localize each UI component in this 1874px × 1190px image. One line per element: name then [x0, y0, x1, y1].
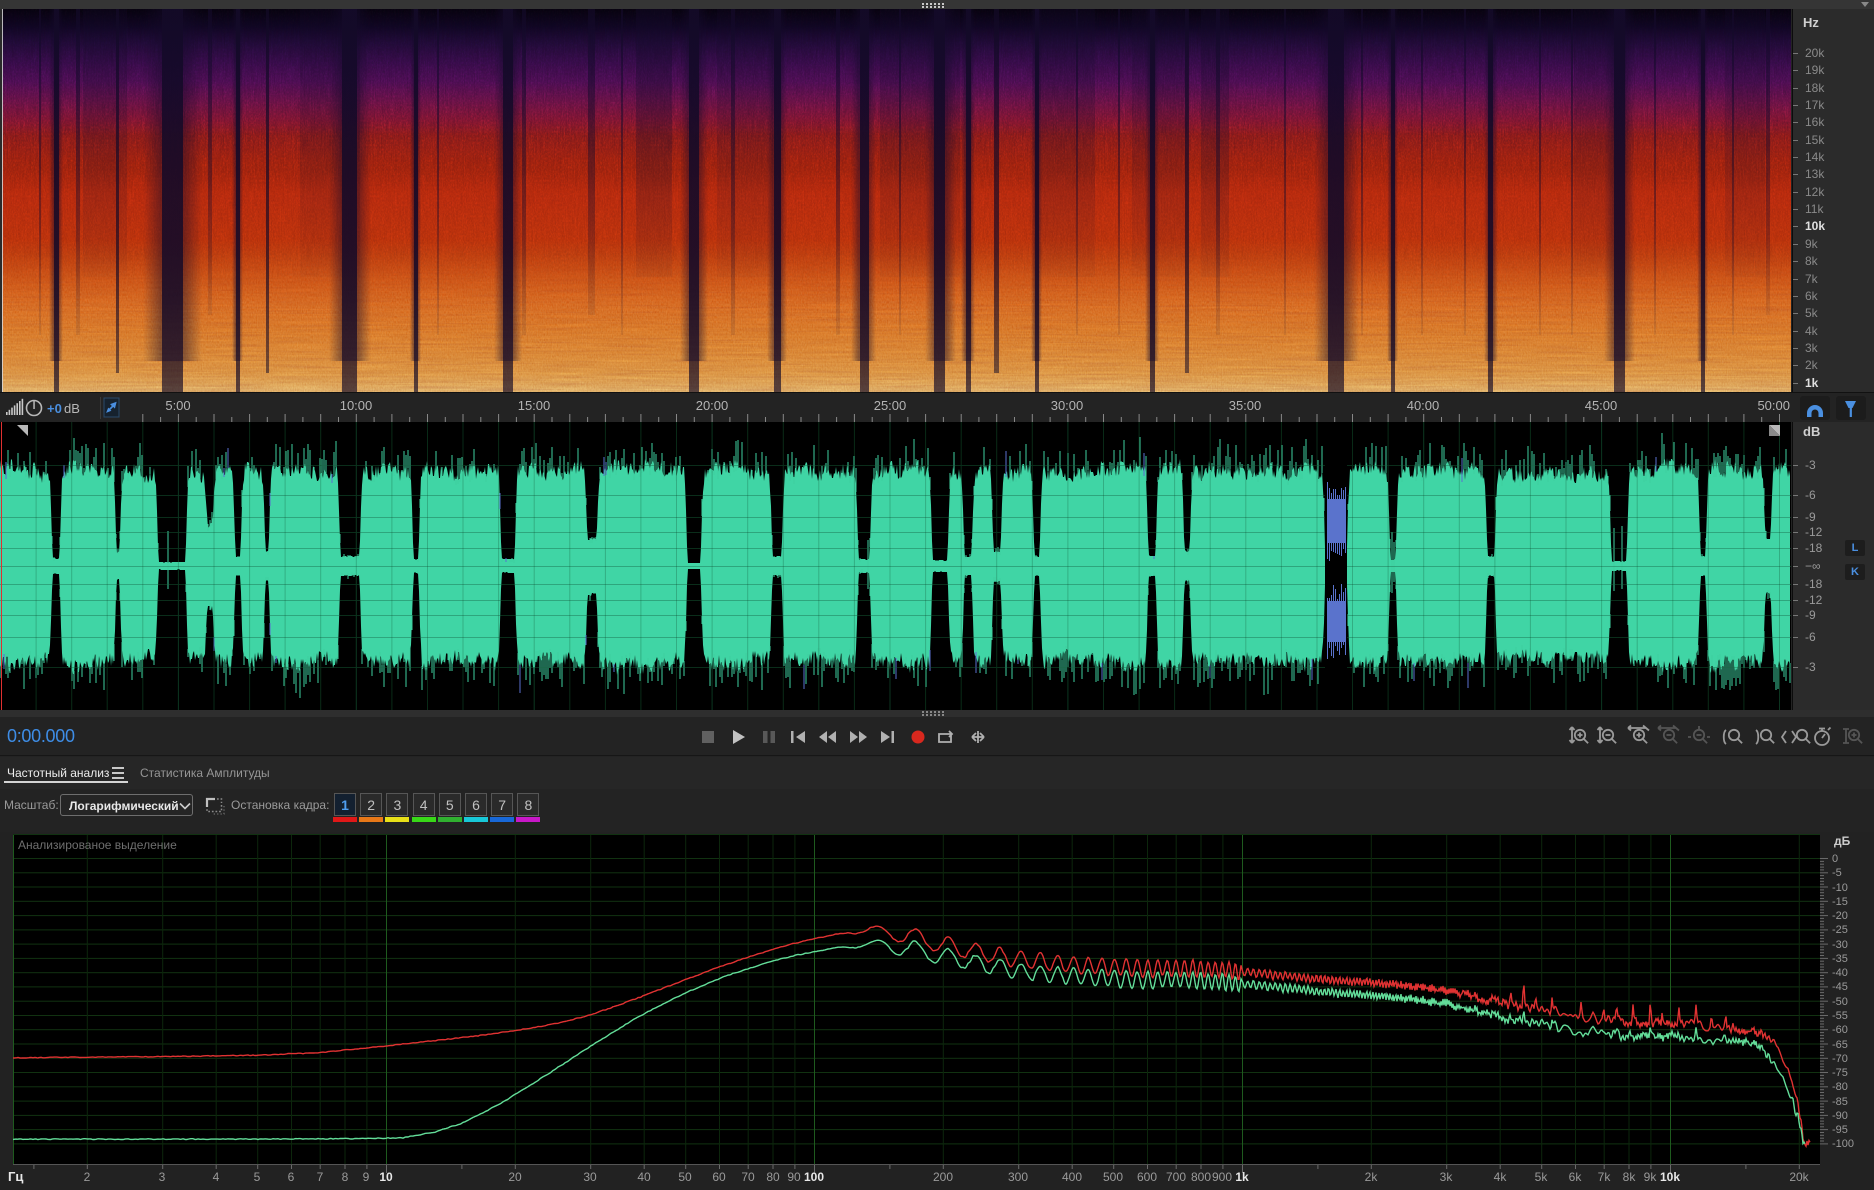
svg-text:90: 90: [787, 1170, 801, 1184]
svg-text:70: 70: [741, 1170, 755, 1184]
svg-text:100: 100: [804, 1170, 824, 1184]
svg-text:9k: 9k: [1644, 1170, 1658, 1184]
svg-text:-90: -90: [1832, 1110, 1848, 1122]
svg-text:-85: -85: [1832, 1096, 1848, 1108]
svg-text:-25: -25: [1832, 924, 1848, 936]
svg-text:-15: -15: [1832, 896, 1848, 908]
svg-text:500: 500: [1103, 1170, 1123, 1184]
svg-text:3: 3: [159, 1170, 166, 1184]
svg-text:-40: -40: [1832, 967, 1848, 979]
svg-text:50:00: 50:00: [1757, 398, 1790, 413]
svg-text:Анализированое выделение: Анализированое выделение: [18, 838, 177, 852]
svg-text:-10: -10: [1832, 882, 1848, 894]
svg-text:-30: -30: [1832, 939, 1848, 951]
svg-text:-100: -100: [1832, 1138, 1854, 1150]
svg-text:-20: -20: [1832, 910, 1848, 922]
svg-text:200: 200: [933, 1170, 953, 1184]
svg-text:8: 8: [342, 1170, 349, 1184]
svg-text:4k: 4k: [1494, 1170, 1508, 1184]
svg-text:Гц: Гц: [8, 1169, 23, 1184]
svg-text:900: 900: [1212, 1170, 1232, 1184]
svg-text:8k: 8k: [1623, 1170, 1637, 1184]
svg-text:-70: -70: [1832, 1053, 1848, 1065]
svg-text:-80: -80: [1832, 1081, 1848, 1093]
svg-text:-60: -60: [1832, 1024, 1848, 1036]
svg-text:3k: 3k: [1440, 1170, 1454, 1184]
svg-text:50: 50: [678, 1170, 692, 1184]
svg-text:2: 2: [84, 1170, 91, 1184]
svg-text:10k: 10k: [1660, 1170, 1680, 1184]
svg-text:7k: 7k: [1598, 1170, 1612, 1184]
svg-text:2k: 2k: [1365, 1170, 1379, 1184]
svg-text:45:00: 45:00: [1585, 398, 1618, 413]
svg-text:10: 10: [379, 1170, 393, 1184]
svg-text:5: 5: [254, 1170, 261, 1184]
svg-text:35:00: 35:00: [1229, 398, 1262, 413]
svg-text:800: 800: [1191, 1170, 1211, 1184]
svg-text:-5: -5: [1832, 867, 1842, 879]
svg-text:20k: 20k: [1789, 1170, 1809, 1184]
svg-text:1k: 1k: [1235, 1170, 1249, 1184]
svg-text:-50: -50: [1832, 996, 1848, 1008]
svg-text:0: 0: [1832, 853, 1838, 865]
svg-text:60: 60: [712, 1170, 726, 1184]
svg-text:30:00: 30:00: [1051, 398, 1084, 413]
svg-text:15:00: 15:00: [518, 398, 551, 413]
svg-text:300: 300: [1008, 1170, 1028, 1184]
svg-text:20:00: 20:00: [696, 398, 729, 413]
svg-text:40:00: 40:00: [1407, 398, 1440, 413]
svg-text:5:00: 5:00: [165, 398, 190, 413]
svg-text:80: 80: [766, 1170, 780, 1184]
svg-text:6: 6: [288, 1170, 295, 1184]
svg-text:9: 9: [363, 1170, 370, 1184]
svg-text:6k: 6k: [1569, 1170, 1583, 1184]
svg-text:25:00: 25:00: [874, 398, 907, 413]
svg-text:-95: -95: [1832, 1124, 1848, 1136]
svg-text:4: 4: [213, 1170, 220, 1184]
svg-text:10:00: 10:00: [340, 398, 373, 413]
svg-text:40: 40: [637, 1170, 651, 1184]
svg-text:-45: -45: [1832, 981, 1848, 993]
svg-text:5k: 5k: [1535, 1170, 1549, 1184]
svg-text:-75: -75: [1832, 1067, 1848, 1079]
svg-text:-55: -55: [1832, 1010, 1848, 1022]
svg-text:20: 20: [508, 1170, 522, 1184]
svg-text:-65: -65: [1832, 1039, 1848, 1051]
svg-text:7: 7: [317, 1170, 324, 1184]
svg-text:дБ: дБ: [1834, 834, 1851, 848]
svg-text:-35: -35: [1832, 953, 1848, 965]
svg-text:400: 400: [1062, 1170, 1082, 1184]
svg-text:30: 30: [583, 1170, 597, 1184]
svg-text:700: 700: [1166, 1170, 1186, 1184]
svg-text:600: 600: [1137, 1170, 1157, 1184]
